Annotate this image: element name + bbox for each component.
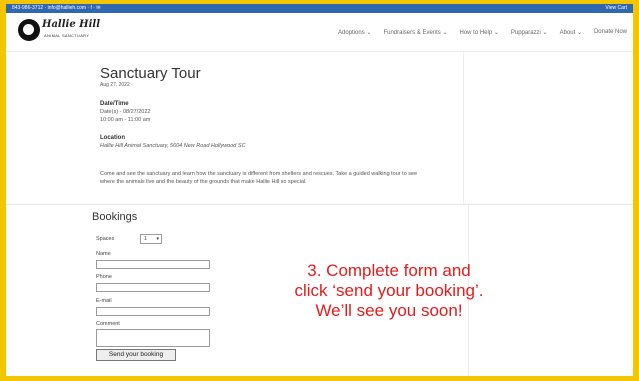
phone-input[interactable] bbox=[96, 283, 210, 292]
site-header: Hallie Hill ANIMAL SANCTUARY Adoptions ⌄… bbox=[6, 13, 633, 52]
comment-label: Comment bbox=[96, 321, 120, 327]
top-contact-bar: 843-986-3712 · info@hallieh.com · f · ✉ … bbox=[6, 4, 633, 13]
nav-about[interactable]: About ⌄ bbox=[560, 29, 582, 36]
section-divider bbox=[6, 204, 633, 205]
datetime-dates: Date(s) - 08/27/2022 bbox=[100, 109, 151, 115]
site-logo[interactable]: Hallie Hill ANIMAL SANCTUARY bbox=[18, 17, 100, 45]
datetime-time: 10:00 am - 11:00 am bbox=[100, 117, 151, 123]
instruction-line-1: 3. Complete form and bbox=[307, 261, 471, 280]
nav-pupparazzi[interactable]: Pupparazzi ⌄ bbox=[511, 29, 548, 36]
phone-label: Phone bbox=[96, 274, 112, 280]
nav-donate-now[interactable]: Donate Now bbox=[594, 29, 627, 35]
location-heading: Location bbox=[100, 135, 125, 141]
main-content: Sanctuary Tour Aug 27, 2022 Date/Time Da… bbox=[6, 51, 633, 376]
browser-page: 843-986-3712 · info@hallieh.com · f · ✉ … bbox=[6, 4, 633, 376]
logo-subtitle: ANIMAL SANCTUARY bbox=[44, 33, 90, 38]
spaces-value: 1 bbox=[144, 236, 147, 242]
nav-how-to-help[interactable]: How to Help ⌄ bbox=[460, 29, 499, 36]
view-cart-link[interactable]: View Cart bbox=[605, 4, 627, 13]
name-label: Name bbox=[96, 251, 111, 257]
instruction-overlay: 3. Complete form and click ‘send your bo… bbox=[254, 261, 524, 321]
send-booking-button[interactable]: Send your booking bbox=[96, 349, 176, 361]
nav-adoptions[interactable]: Adoptions ⌄ bbox=[338, 29, 371, 36]
event-date: Aug 27, 2022 bbox=[100, 82, 130, 88]
comment-textarea[interactable] bbox=[96, 329, 210, 347]
event-title: Sanctuary Tour bbox=[100, 65, 201, 82]
datetime-heading: Date/Time bbox=[100, 101, 129, 107]
instruction-line-2: click ‘send your booking’. bbox=[294, 281, 484, 300]
dog-silhouette-icon bbox=[18, 19, 40, 41]
email-label: E-mail bbox=[96, 298, 112, 304]
bookings-title: Bookings bbox=[92, 211, 138, 223]
email-input[interactable] bbox=[96, 307, 210, 316]
spaces-label: Spaces bbox=[96, 236, 115, 242]
event-description: Come and see the sanctuary and learn how… bbox=[100, 171, 418, 185]
name-input[interactable] bbox=[96, 260, 210, 269]
location-value[interactable]: Hallie Hill Animal Sanctuary, 5604 New R… bbox=[100, 143, 246, 149]
instruction-line-3: We’ll see you soon! bbox=[315, 301, 463, 320]
chevron-down-icon: ▾ bbox=[156, 236, 159, 242]
sidebar-divider bbox=[463, 51, 464, 204]
logo-name: Hallie Hill bbox=[42, 19, 101, 30]
image-border: 843-986-3712 · info@hallieh.com · f · ✉ … bbox=[0, 0, 639, 381]
spaces-select[interactable]: 1 ▾ bbox=[140, 234, 162, 244]
nav-fundraisers-events[interactable]: Fundraisers & Events ⌄ bbox=[383, 29, 447, 36]
contact-info[interactable]: 843-986-3712 · info@hallieh.com · f · ✉ bbox=[12, 4, 100, 13]
main-nav: Adoptions ⌄ Fundraisers & Events ⌄ How t… bbox=[338, 13, 627, 51]
